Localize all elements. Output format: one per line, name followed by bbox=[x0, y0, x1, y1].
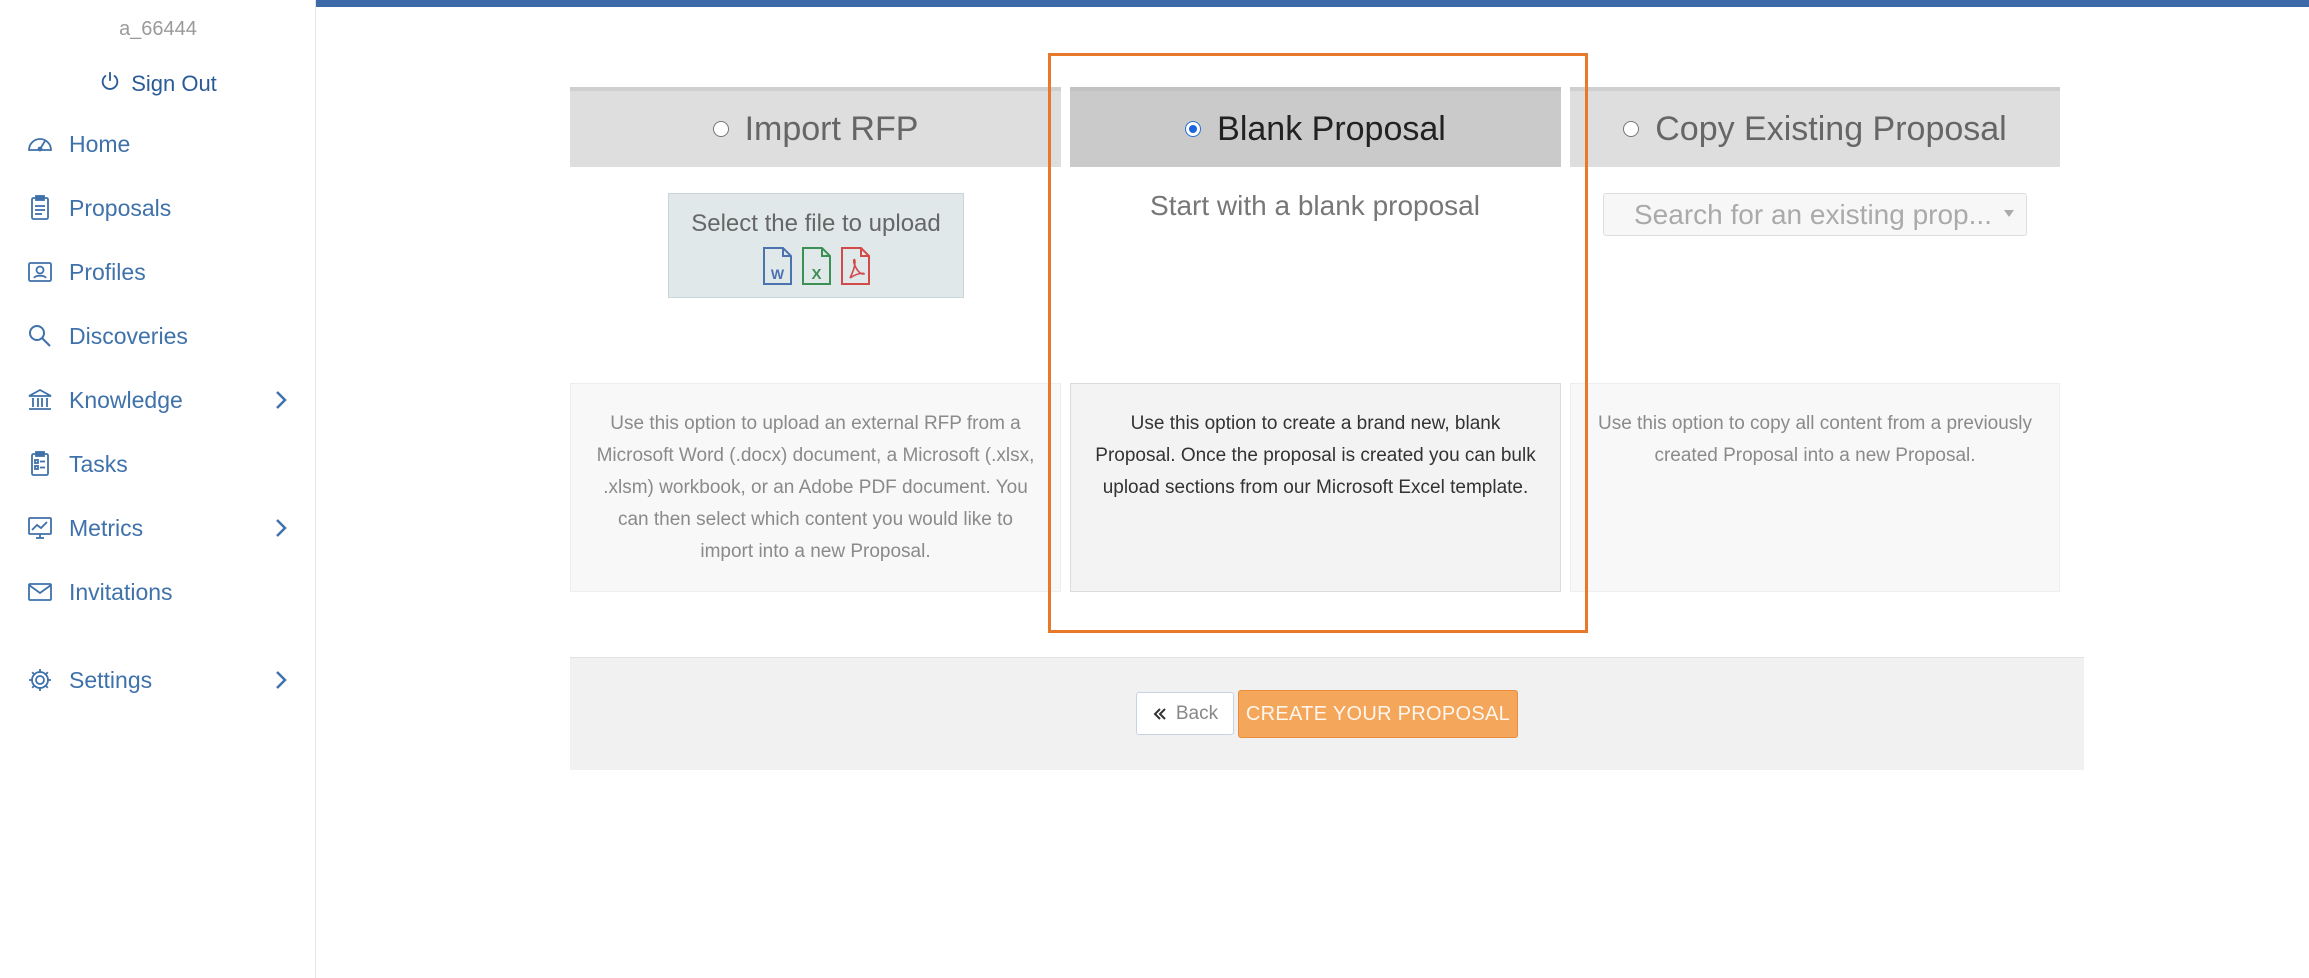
back-button[interactable]: Back bbox=[1136, 692, 1234, 735]
sidebar-item-label: Knowledge bbox=[69, 386, 183, 413]
radio-blank-proposal[interactable] bbox=[1185, 121, 1202, 137]
radio-import-rfp[interactable] bbox=[712, 121, 729, 137]
sidebar-item-label: Profiles bbox=[69, 258, 146, 285]
upload-label: Select the file to upload bbox=[691, 210, 941, 237]
back-label: Back bbox=[1175, 702, 1219, 724]
sidebar-item-discoveries[interactable]: Discoveries bbox=[0, 312, 316, 360]
chevron-right-icon bbox=[276, 671, 287, 689]
sidebar-item-label: Metrics bbox=[69, 514, 144, 541]
gear-icon bbox=[25, 665, 55, 695]
svg-text:W: W bbox=[770, 266, 784, 282]
chart-monitor-icon bbox=[25, 513, 55, 543]
sign-out-label: Sign Out bbox=[131, 71, 217, 96]
sidebar-item-tasks[interactable]: Tasks bbox=[0, 440, 316, 488]
sidebar-item-label: Settings bbox=[69, 666, 153, 693]
sidebar-item-label: Proposals bbox=[69, 194, 172, 221]
sidebar-item-profiles[interactable]: Profiles bbox=[0, 248, 316, 296]
double-chevron-left-icon bbox=[1153, 707, 1166, 720]
sidebar-item-label: Invitations bbox=[69, 578, 173, 605]
sidebar-item-settings[interactable]: Settings bbox=[0, 656, 316, 704]
existing-proposal-search-select[interactable]: Search for an existing prop... bbox=[1603, 193, 2027, 236]
svg-text:X: X bbox=[811, 266, 821, 283]
top-accent-bar bbox=[316, 0, 2309, 7]
sidebar-item-home[interactable]: Home bbox=[0, 120, 316, 168]
sidebar-item-invitations[interactable]: Invitations bbox=[0, 568, 316, 616]
sign-out-link[interactable]: Sign Out bbox=[0, 70, 316, 98]
sidebar-item-label: Tasks bbox=[69, 450, 128, 477]
tab-label: Copy Existing Proposal bbox=[1655, 109, 2007, 148]
copy-existing-description: Use this option to copy all content from… bbox=[1570, 383, 2060, 592]
sidebar-item-knowledge[interactable]: Knowledge bbox=[0, 376, 316, 424]
word-file-icon: W bbox=[762, 247, 792, 285]
chevron-right-icon bbox=[276, 391, 287, 409]
power-icon bbox=[99, 70, 121, 98]
create-proposal-button[interactable]: CREATE YOUR PROPOSAL bbox=[1238, 690, 1518, 738]
excel-file-icon: X bbox=[801, 247, 831, 285]
username-label: a_66444 bbox=[119, 18, 197, 40]
bank-building-icon bbox=[25, 385, 55, 415]
chevron-right-icon bbox=[276, 519, 287, 537]
clipboard-icon bbox=[25, 193, 55, 223]
envelope-icon bbox=[25, 577, 55, 607]
pdf-file-icon bbox=[840, 247, 870, 285]
task-list-icon bbox=[25, 449, 55, 479]
magnifier-icon bbox=[25, 321, 55, 351]
dropdown-caret-icon bbox=[2004, 210, 2014, 217]
blank-proposal-subtitle: Start with a blank proposal bbox=[1150, 190, 1480, 221]
blank-proposal-description: Use this option to create a brand new, b… bbox=[1070, 383, 1561, 592]
sidebar-item-metrics[interactable]: Metrics bbox=[0, 504, 316, 552]
dashboard-gauge-icon bbox=[25, 129, 55, 159]
sidebar-item-label: Home bbox=[69, 130, 131, 157]
tab-label: Import RFP bbox=[744, 109, 919, 148]
tab-blank-proposal[interactable]: Blank Proposal bbox=[1070, 87, 1561, 167]
search-placeholder: Search for an existing prop... bbox=[1634, 198, 1992, 230]
sidebar-item-proposals[interactable]: Proposals bbox=[0, 184, 316, 232]
tab-label: Blank Proposal bbox=[1217, 109, 1446, 148]
sidebar-item-label: Discoveries bbox=[69, 322, 188, 349]
sidebar: a_66444 Sign Out Home Proposals Profiles… bbox=[0, 0, 316, 978]
tab-import-rfp[interactable]: Import RFP bbox=[570, 87, 1061, 167]
import-rfp-description: Use this option to upload an external RF… bbox=[570, 383, 1061, 592]
file-upload-dropzone[interactable]: Select the file to upload W X bbox=[668, 193, 964, 298]
profile-card-icon bbox=[25, 257, 55, 287]
tab-copy-existing-proposal[interactable]: Copy Existing Proposal bbox=[1570, 87, 2060, 167]
file-type-icons: W X bbox=[669, 246, 963, 286]
radio-copy-existing[interactable] bbox=[1623, 121, 1640, 137]
